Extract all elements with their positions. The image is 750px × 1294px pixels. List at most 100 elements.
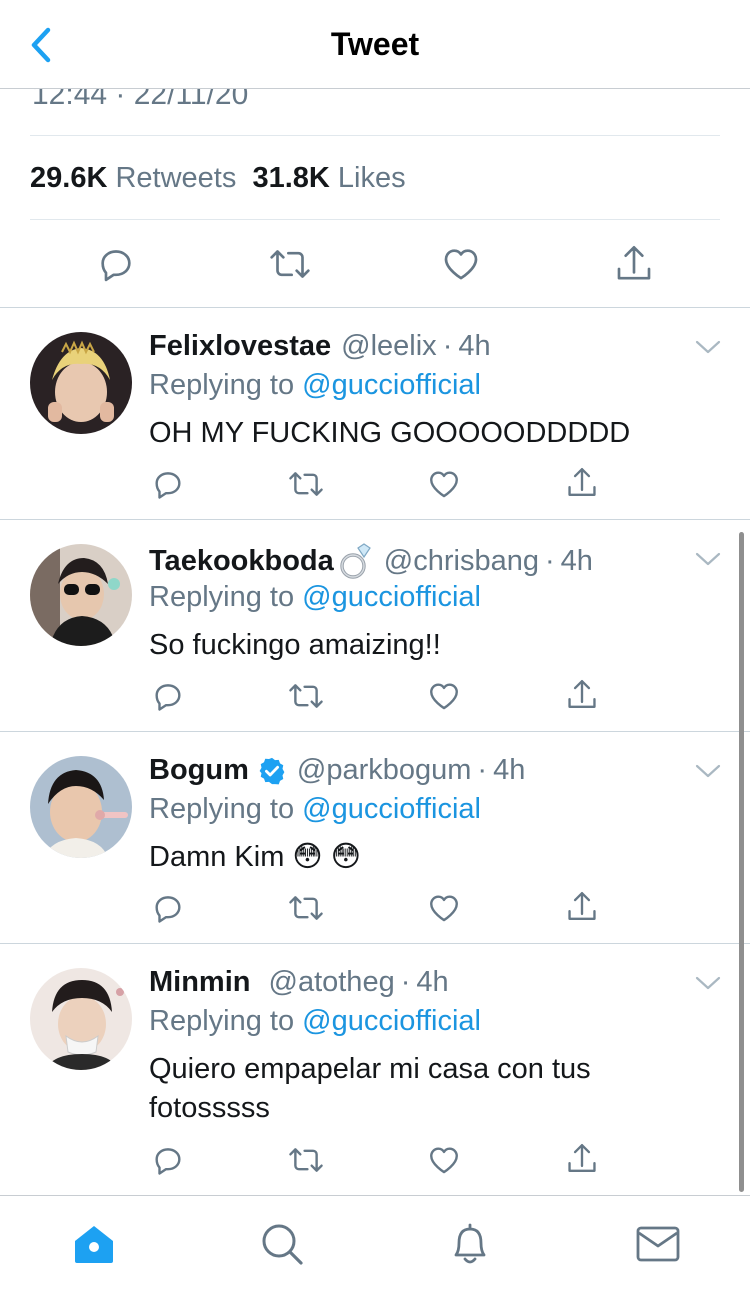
tab-notifications[interactable] <box>446 1220 494 1268</box>
like-button[interactable] <box>440 244 482 284</box>
retweet-button[interactable] <box>268 244 312 284</box>
heart-icon <box>430 683 458 710</box>
heart-icon <box>444 249 478 280</box>
separator-dot: · <box>442 330 453 362</box>
like-button[interactable] <box>426 466 462 502</box>
retweets-stat[interactable]: 29.6K Retweets <box>30 162 236 194</box>
replying-to-link[interactable]: @gucciofficial <box>302 1005 481 1037</box>
reply-icon <box>155 1148 181 1175</box>
retweet-icon <box>289 472 323 496</box>
display-name[interactable]: Minmin <box>149 966 251 999</box>
username[interactable]: @atotheg <box>269 966 395 999</box>
reply-actions <box>0 890 750 930</box>
separator-dot: · <box>544 544 555 577</box>
retweet-button[interactable] <box>286 678 326 714</box>
share-button[interactable] <box>564 888 600 926</box>
divider <box>30 219 720 220</box>
share-icon <box>617 246 651 280</box>
reply-icon <box>101 250 131 282</box>
share-button[interactable] <box>564 676 600 714</box>
reply-button[interactable] <box>150 678 186 714</box>
tab-messages[interactable] <box>634 1220 682 1268</box>
username[interactable]: @leelix <box>341 330 437 363</box>
username[interactable]: @chrisbang <box>384 545 539 578</box>
likes-stat[interactable]: 31.8K Likes <box>252 162 405 194</box>
tab-home[interactable] <box>70 1220 118 1268</box>
replying-to-link[interactable]: @gucciofficial <box>302 369 481 401</box>
retweet-icon <box>289 1148 323 1172</box>
likes-count: 31.8K <box>252 162 330 194</box>
reply-button[interactable] <box>96 244 136 284</box>
reply-time: 4h <box>493 754 526 786</box>
scrollbar[interactable] <box>739 532 744 1192</box>
reply-text: Quiero empapelar mi casa con tus fotosss… <box>149 1053 591 1124</box>
notifications-icon <box>454 1223 486 1264</box>
replying-to-link[interactable]: @gucciofficial <box>302 581 481 613</box>
reply-icon <box>155 684 181 711</box>
retweet-icon <box>289 684 323 708</box>
retweets-label: Retweets <box>115 162 237 194</box>
tab-bar <box>0 1195 750 1294</box>
like-button[interactable] <box>426 678 462 714</box>
reply-tweet[interactable]: Taekookboda @chrisbang · 4h Replying to … <box>0 520 750 731</box>
display-name[interactable]: Taekookboda <box>149 545 334 578</box>
avatar[interactable] <box>30 756 132 858</box>
retweet-button[interactable] <box>286 890 326 926</box>
avatar[interactable] <box>30 332 132 434</box>
share-button[interactable] <box>564 464 600 502</box>
avatar[interactable] <box>30 968 132 1070</box>
reply-actions <box>0 1142 750 1182</box>
reply-header: Felixlovestae @leelix · 4h <box>149 330 491 363</box>
replying-to-prefix: Replying to <box>149 369 295 401</box>
reply-actions <box>0 678 750 718</box>
reply-actions <box>0 466 750 506</box>
ring-emoji-icon <box>340 543 371 579</box>
retweets-count: 29.6K <box>30 162 108 194</box>
chevron-down-icon[interactable] <box>694 974 722 992</box>
nav-header: Tweet <box>0 0 750 89</box>
reply-text: OH MY FUCKING GOOOOODDDDD <box>149 417 631 449</box>
share-button[interactable] <box>564 1140 600 1178</box>
chevron-down-icon[interactable] <box>694 338 722 356</box>
likes-label: Likes <box>337 162 406 194</box>
reply-time: 4h <box>560 544 593 577</box>
reply-button[interactable] <box>150 466 186 502</box>
reply-tweet[interactable]: Bogum @parkbogum · 4h Replying to @gucci… <box>0 732 750 943</box>
retweet-button[interactable] <box>286 1142 326 1178</box>
tweet-detail-screen: Tweet 12:44 · 22/11/20 29.6K Retweets 31… <box>0 0 750 1294</box>
tab-search[interactable] <box>258 1220 306 1268</box>
reply-tweet[interactable]: Felixlovestae @leelix · 4h Replying to @… <box>0 308 750 519</box>
chevron-down-icon[interactable] <box>694 762 722 780</box>
reply-header: Taekookboda @chrisbang · 4h <box>149 542 593 580</box>
display-name[interactable]: Felixlovestae <box>149 330 331 363</box>
replying-to: Replying to @gucciofficial <box>149 581 481 614</box>
separator-dot: · <box>400 966 411 998</box>
replying-to-prefix: Replying to <box>149 793 295 825</box>
heart-icon <box>430 895 458 922</box>
reply-button[interactable] <box>150 890 186 926</box>
display-name[interactable]: Bogum <box>149 754 249 787</box>
home-icon <box>75 1226 113 1263</box>
retweet-button[interactable] <box>286 466 326 502</box>
share-button[interactable] <box>614 242 654 286</box>
username[interactable]: @parkbogum <box>297 754 472 787</box>
share-icon <box>568 891 596 920</box>
divider <box>30 135 720 136</box>
reply-button[interactable] <box>150 1142 186 1178</box>
messages-icon <box>636 1226 680 1262</box>
share-icon <box>568 467 596 496</box>
reply-tweet[interactable]: Minmin @atotheg · 4h Replying to @guccio… <box>0 944 750 1194</box>
tweet-stats: 29.6K Retweets 31.8K Likes <box>30 162 406 195</box>
reply-text: Damn Kim 😳 😳 <box>149 841 361 873</box>
replying-to: Replying to @gucciofficial <box>149 369 481 402</box>
page-title: Tweet <box>330 26 420 62</box>
reply-icon <box>155 896 181 923</box>
replying-to-link[interactable]: @gucciofficial <box>302 793 481 825</box>
share-icon <box>568 1143 596 1172</box>
reply-time: 4h <box>416 966 449 998</box>
chevron-down-icon[interactable] <box>694 550 722 568</box>
separator-dot: · <box>477 754 488 786</box>
like-button[interactable] <box>426 1142 462 1178</box>
avatar[interactable] <box>30 544 132 646</box>
like-button[interactable] <box>426 890 462 926</box>
